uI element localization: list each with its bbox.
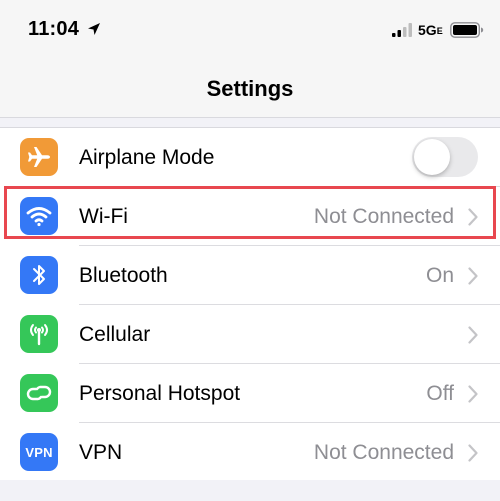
settings-row-bluetooth[interactable]: Bluetooth On	[0, 246, 500, 305]
vpn-icon-text: VPN	[25, 444, 53, 460]
settings-list: Airplane Mode Wi-Fi Not Connected Blueto…	[0, 127, 500, 483]
wifi-icon	[20, 197, 58, 235]
settings-row-wifi[interactable]: Wi-Fi Not Connected	[0, 187, 500, 246]
row-value: Not Connected	[313, 205, 454, 228]
row-label: Cellular	[79, 323, 151, 346]
network-type-label: 5GE	[418, 22, 443, 38]
settings-row-personal-hotspot[interactable]: Personal Hotspot Off	[0, 364, 500, 423]
chevron-right-icon	[468, 208, 478, 226]
chevron-right-icon	[468, 385, 478, 403]
signal-strength-icon	[392, 23, 412, 37]
row-value: On	[425, 264, 454, 287]
settings-row-vpn[interactable]: VPN VPN Not Connected	[0, 423, 500, 482]
row-label: Bluetooth	[79, 264, 168, 287]
settings-row-airplane-mode: Airplane Mode	[0, 128, 500, 187]
navigation-bar: Settings	[0, 60, 500, 118]
toggle-knob	[414, 139, 450, 175]
page-title: Settings	[206, 76, 294, 101]
status-time: 11:04	[28, 18, 80, 40]
status-bar: 11:04 5GE	[0, 0, 500, 60]
chevron-right-icon	[468, 267, 478, 285]
location-arrow-icon	[88, 23, 100, 35]
row-label: Personal Hotspot	[79, 382, 241, 405]
cellular-antenna-icon	[20, 315, 58, 353]
bluetooth-icon	[20, 256, 58, 294]
vpn-icon: VPN	[20, 433, 58, 471]
hotspot-icon	[20, 374, 58, 412]
row-value: Not Connected	[313, 441, 454, 464]
battery-icon	[450, 22, 484, 38]
row-value: Off	[426, 382, 454, 405]
row-label: VPN	[79, 441, 123, 464]
list-footer-background	[0, 480, 500, 501]
chevron-right-icon	[468, 326, 478, 344]
settings-screen: 11:04 5GE Settings Airplane Mode Wi-Fi N…	[0, 0, 500, 501]
chevron-right-icon	[468, 444, 478, 462]
row-label: Wi-Fi	[79, 205, 128, 228]
airplane-mode-toggle[interactable]	[412, 137, 478, 177]
row-label: Airplane Mode	[79, 146, 215, 169]
settings-row-cellular[interactable]: Cellular	[0, 305, 500, 364]
airplane-icon	[20, 138, 58, 176]
